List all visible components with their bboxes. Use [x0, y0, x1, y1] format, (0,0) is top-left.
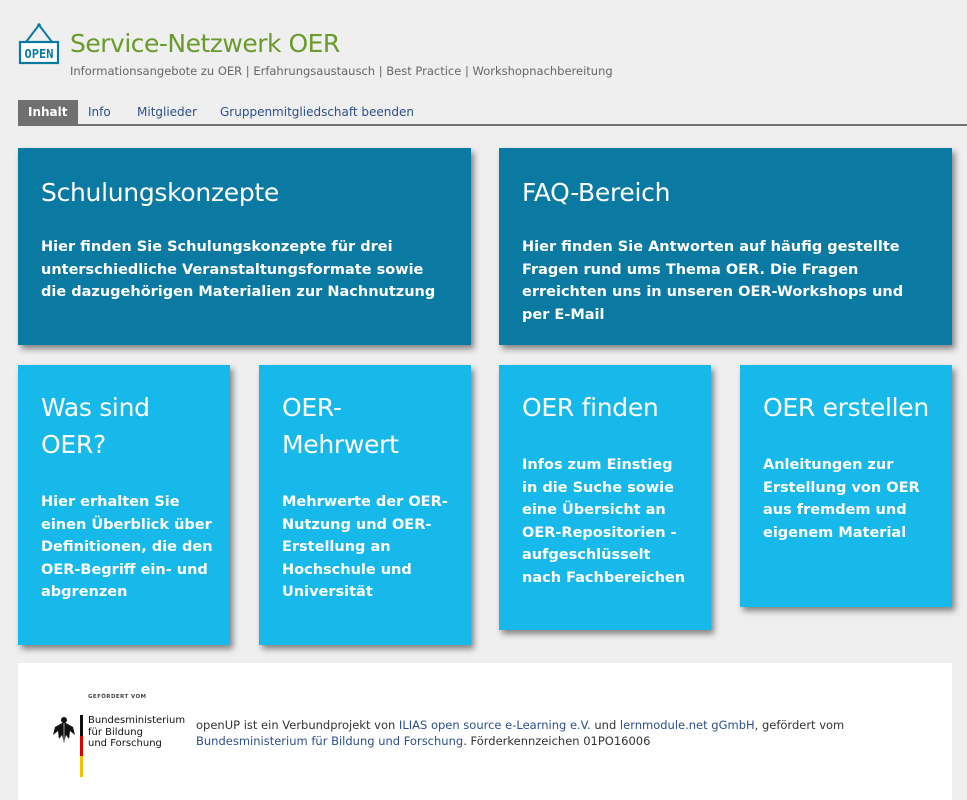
- logo-text: OPEN: [25, 47, 54, 61]
- tab-gruppenmitgliedschaft-beenden[interactable]: Gruppenmitgliedschaft beenden: [220, 100, 414, 124]
- lernmodule-link[interactable]: lernmodule.net gGmbH: [620, 718, 755, 732]
- tile-title: OER finden: [522, 393, 659, 422]
- tile-title: Schulungskonzepte: [41, 178, 280, 207]
- tile-faq-bereich[interactable]: FAQ-Bereich Hier finden Sie Antworten au…: [499, 148, 952, 345]
- tile-title: OER-Mehrwert: [282, 393, 399, 459]
- footer-text-part: . Förderkennzeichen 01PO16006: [463, 734, 651, 748]
- ilias-link-text: ILIAS: [398, 718, 428, 732]
- page-footer: GEFÖRDERT VOM Bundesministerium für Bild…: [18, 663, 952, 800]
- tile-body: Hier finden Sie Schulungskonzepte für dr…: [41, 239, 436, 300]
- federal-eagle-icon: [53, 717, 75, 743]
- ilias-link[interactable]: ILIAS open source e-Learning e.V.: [399, 718, 591, 732]
- footer-text-part: und: [590, 718, 620, 732]
- tile-oer-finden[interactable]: OER finden Infos zum Einstieg in die Suc…: [499, 365, 711, 630]
- ilias-link-text: open source e-Learning e.V.: [430, 718, 591, 732]
- tab-inhalt[interactable]: Inhalt: [18, 100, 78, 124]
- tile-body: Mehrwerte der OER-Nutzung und OER-Erstel…: [282, 494, 448, 600]
- open-sign-logo-icon[interactable]: OPEN: [18, 22, 60, 68]
- footer-text: openUP ist ein Verbundprojekt von ILIAS …: [196, 717, 936, 749]
- site-title[interactable]: Service-Netzwerk OER: [70, 29, 340, 58]
- tile-body: Hier erhalten Sie einen Überblick über D…: [41, 494, 213, 600]
- bmbf-line: Bundesministerium: [88, 715, 186, 726]
- bmbf-line: für Bildung: [88, 726, 143, 738]
- tile-schulungskonzepte[interactable]: Schulungskonzepte Hier finden Sie Schulu…: [18, 148, 471, 345]
- tile-title: OER erstellen: [763, 393, 929, 422]
- bmbf-logo-text: Bundesministerium für Bildung und Forsch…: [88, 715, 185, 750]
- tile-title: FAQ-Bereich: [522, 178, 671, 207]
- tab-info[interactable]: Info: [88, 100, 111, 124]
- footer-text-part: , gefördert vom: [754, 718, 845, 732]
- page-header: OPEN Service-Netzwerk OER Informationsan…: [0, 0, 967, 92]
- site-subtitle: Informationsangebote zu OER | Erfahrungs…: [70, 64, 613, 78]
- bmbf-link[interactable]: Bundesministerium für Bildung und Forsch…: [196, 734, 463, 748]
- tile-was-sind-oer[interactable]: Was sind OER? Hier erhalten Sie einen Üb…: [18, 365, 230, 645]
- footer-text-part: openUP ist ein Verbundprojekt von: [196, 718, 399, 732]
- tile-oer-erstellen[interactable]: OER erstellen Anleitungen zur Erstellung…: [740, 365, 952, 607]
- tile-oer-mehrwert[interactable]: OER-Mehrwert Mehrwerte der OER-Nutzung u…: [259, 365, 471, 645]
- tab-bar: Inhalt Info Mitglieder Gruppenmitgliedsc…: [18, 100, 967, 126]
- tile-body: Hier finden Sie Antworten auf häufig ges…: [522, 239, 904, 323]
- german-flag-icon: [80, 715, 83, 777]
- tab-mitglieder[interactable]: Mitglieder: [137, 100, 197, 124]
- tile-body: Infos zum Einstieg in die Suche sowie ei…: [522, 457, 686, 586]
- tile-title: Was sind OER?: [41, 393, 150, 459]
- gefoerdert-label: GEFÖRDERT VOM: [88, 694, 147, 700]
- bmbf-line: und Forschung: [88, 738, 162, 749]
- tile-body: Anleitungen zur Erstellung von OER aus f…: [763, 457, 920, 541]
